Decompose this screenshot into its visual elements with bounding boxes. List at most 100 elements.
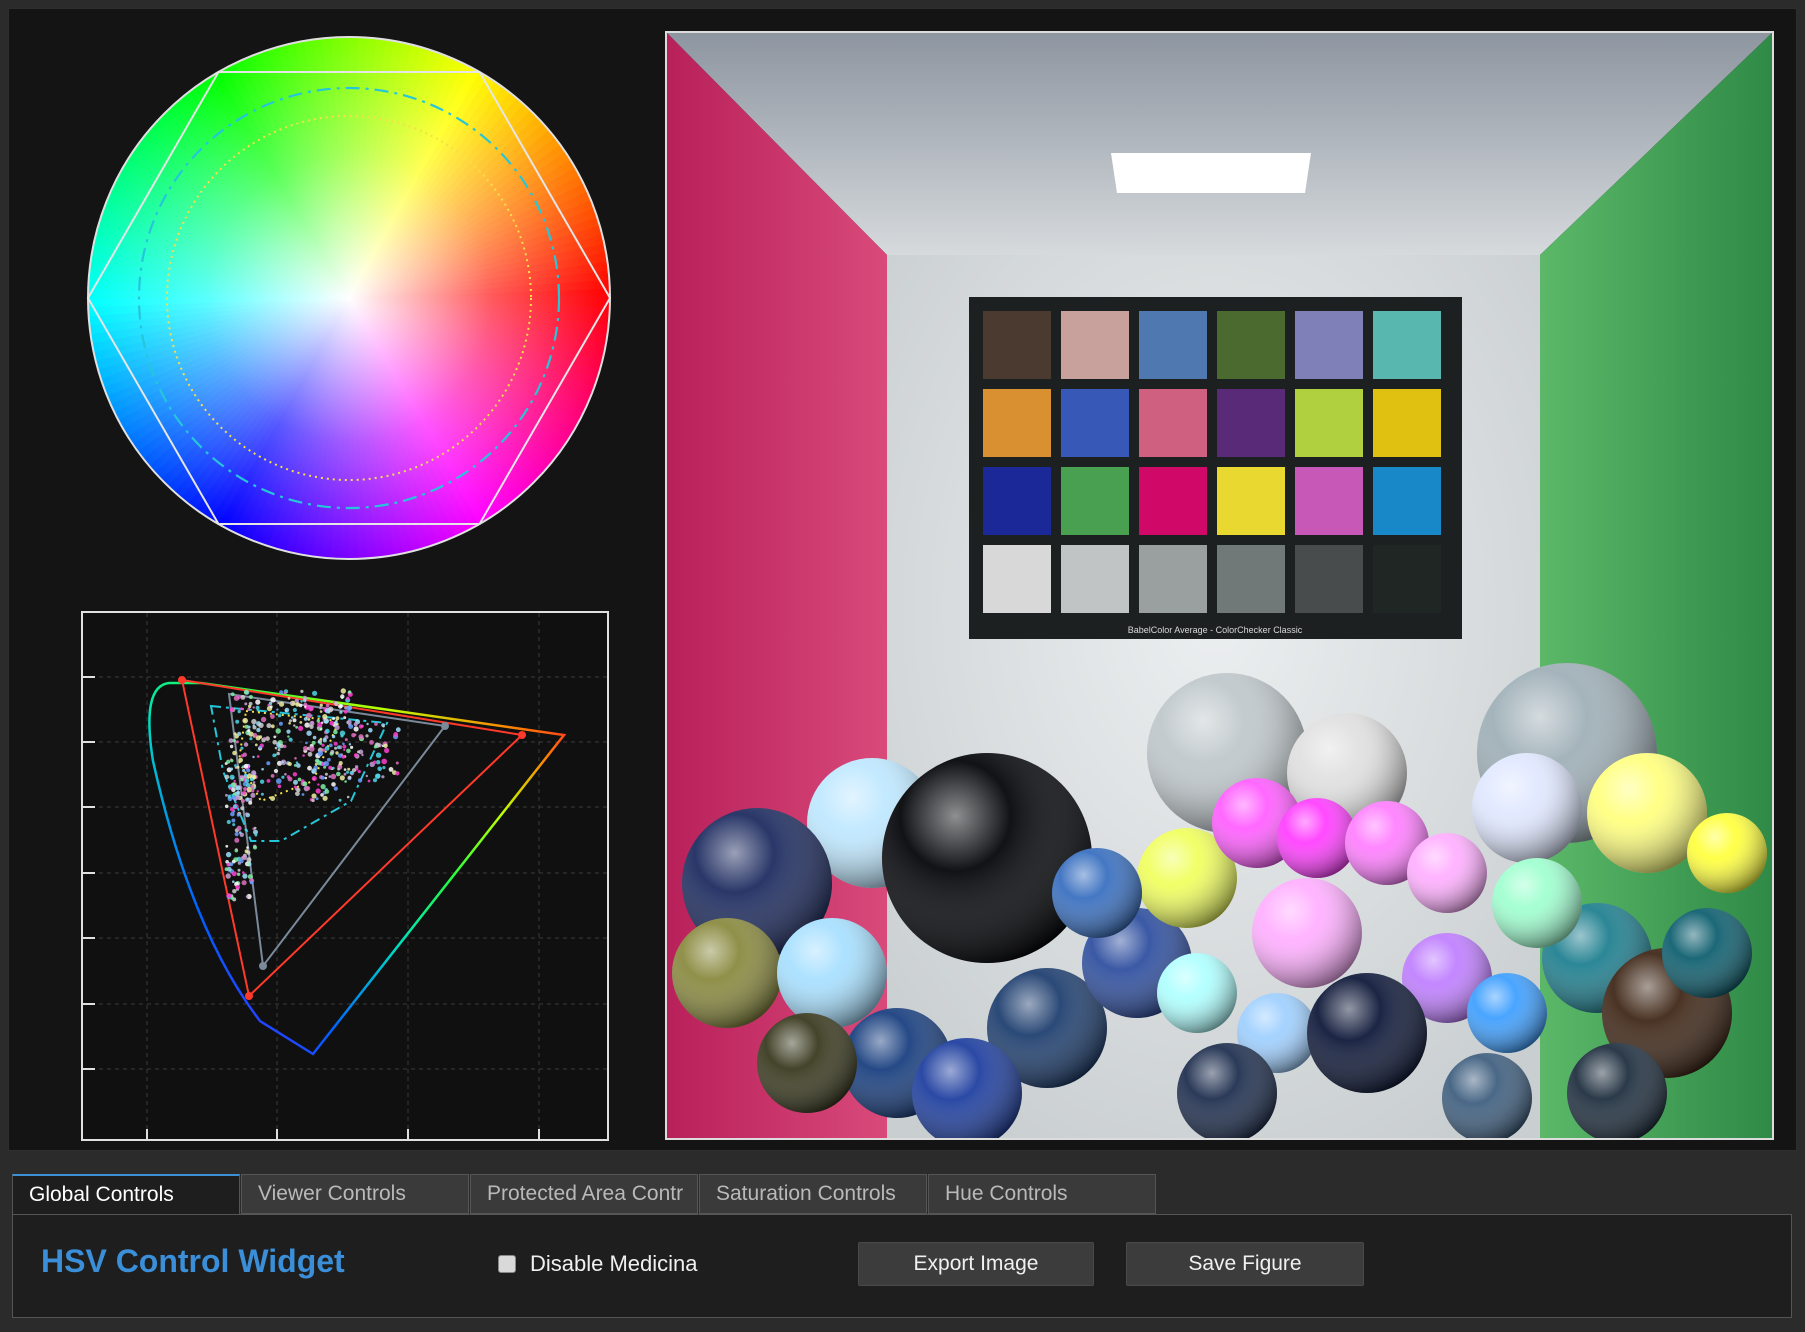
scatter-point bbox=[292, 772, 298, 777]
scatter-point bbox=[312, 690, 318, 696]
checker-swatch bbox=[983, 545, 1051, 613]
scatter-point bbox=[316, 719, 320, 723]
disable-checkbox-row[interactable]: Disable Medicina bbox=[498, 1251, 698, 1277]
scatter-point bbox=[342, 742, 345, 746]
scatter-point bbox=[246, 797, 249, 800]
scatter-point bbox=[334, 701, 339, 706]
scatter-point bbox=[235, 795, 241, 800]
color-wheel-svg bbox=[86, 36, 612, 560]
tab-saturation-controls[interactable]: Saturation Controls bbox=[699, 1174, 927, 1214]
sphere-shading bbox=[1492, 858, 1582, 948]
scatter-point bbox=[234, 848, 239, 853]
scatter-point bbox=[273, 735, 277, 739]
scatter-point bbox=[231, 818, 236, 823]
scatter-point bbox=[283, 691, 287, 695]
scatter-point bbox=[343, 709, 348, 714]
scatter-point bbox=[270, 714, 275, 719]
scatter-point bbox=[343, 748, 346, 752]
scatter-point bbox=[284, 773, 287, 776]
scatter-point bbox=[247, 732, 250, 735]
scatter-point bbox=[330, 773, 337, 780]
checker-swatch bbox=[1295, 389, 1363, 457]
scatter-point bbox=[331, 782, 336, 787]
scatter-point bbox=[311, 798, 315, 803]
disable-checkbox-label[interactable]: Disable Medicina bbox=[530, 1251, 698, 1277]
scatter-point bbox=[225, 873, 231, 879]
scatter-point bbox=[279, 743, 284, 749]
scatter-point bbox=[302, 781, 308, 787]
scatter-point bbox=[229, 707, 235, 713]
tab-global-controls[interactable]: Global Controls bbox=[12, 1174, 240, 1216]
scatter-point bbox=[226, 759, 231, 764]
checker-swatch bbox=[983, 467, 1051, 535]
scatter-point bbox=[289, 701, 293, 705]
scatter-point bbox=[319, 703, 323, 707]
scatter-point bbox=[276, 751, 280, 756]
scatter-point bbox=[254, 743, 258, 747]
scatter-point bbox=[240, 746, 244, 750]
scatter-point bbox=[328, 743, 333, 748]
scatter-point bbox=[338, 798, 342, 802]
scatter-point bbox=[247, 725, 251, 729]
scatter-point bbox=[287, 735, 290, 738]
scatter-point bbox=[316, 760, 322, 766]
scatter-point bbox=[231, 871, 237, 877]
scatter-point bbox=[266, 723, 272, 729]
visualization-panel: BabelColor Average - ColorChecker Classi… bbox=[8, 8, 1797, 1151]
scatter-point bbox=[278, 721, 283, 726]
scatter-point bbox=[328, 765, 333, 770]
scatter-point bbox=[235, 740, 239, 744]
scatter-point bbox=[317, 750, 324, 757]
scatter-point bbox=[236, 790, 240, 795]
tab-hue-controls[interactable]: Hue Controls bbox=[928, 1174, 1156, 1214]
chromaticity-diagram[interactable] bbox=[81, 611, 609, 1141]
tab-viewer-controls[interactable]: Viewer Controls bbox=[241, 1174, 469, 1214]
scatter-point bbox=[242, 871, 245, 874]
scatter-point bbox=[343, 772, 347, 776]
save-figure-button[interactable]: Save Figure bbox=[1126, 1242, 1364, 1286]
scatter-point bbox=[242, 717, 248, 724]
scatter-point bbox=[346, 705, 352, 712]
hsv-color-wheel[interactable] bbox=[86, 35, 612, 561]
scatter-point bbox=[277, 713, 282, 718]
scatter-point bbox=[256, 790, 259, 793]
scatter-point bbox=[256, 755, 260, 758]
scatter-point bbox=[284, 707, 290, 713]
scatter-point bbox=[300, 700, 303, 703]
disable-checkbox[interactable] bbox=[498, 1255, 516, 1273]
scatter-point bbox=[234, 837, 240, 843]
image-viewer[interactable]: BabelColor Average - ColorChecker Classi… bbox=[665, 31, 1774, 1140]
scatter-point bbox=[276, 708, 279, 711]
checker-swatch bbox=[1373, 311, 1441, 379]
scatter-point bbox=[338, 704, 343, 709]
scatter-point bbox=[277, 748, 281, 752]
export-image-button[interactable]: Export Image bbox=[858, 1242, 1094, 1286]
scatter-point bbox=[374, 722, 378, 726]
scatter-point bbox=[273, 768, 279, 774]
scatter-point bbox=[295, 702, 300, 707]
scatter-point bbox=[375, 752, 382, 758]
scatter-point bbox=[348, 690, 352, 694]
scatter-point bbox=[322, 795, 328, 801]
scatter-point bbox=[225, 793, 228, 797]
scatter-point bbox=[333, 786, 338, 791]
scatter-point bbox=[275, 728, 281, 734]
scatter-point bbox=[247, 729, 251, 733]
scatter-point bbox=[333, 729, 338, 735]
scatter-point bbox=[237, 709, 241, 714]
sphere-shading bbox=[1467, 973, 1547, 1053]
scatter-point bbox=[303, 698, 307, 703]
scatter-point bbox=[254, 833, 258, 837]
scatter-point bbox=[252, 706, 255, 709]
scatter-point bbox=[353, 722, 358, 727]
scatter-point bbox=[353, 726, 359, 732]
scatter-point bbox=[258, 722, 264, 728]
scatter-point bbox=[330, 750, 335, 754]
tab-protected-area-controls[interactable]: Protected Area Contr bbox=[470, 1174, 698, 1214]
scatter-point bbox=[334, 724, 340, 731]
scatter-point bbox=[377, 766, 383, 772]
scatter-point bbox=[242, 873, 248, 879]
sphere-shading bbox=[777, 918, 887, 1028]
scatter-point bbox=[357, 778, 363, 783]
scatter-point bbox=[350, 745, 354, 749]
